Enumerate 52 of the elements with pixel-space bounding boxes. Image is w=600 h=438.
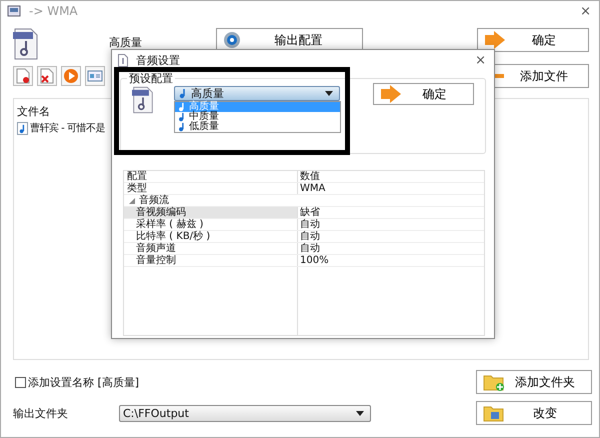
file-row[interactable]: 曹轩宾 - 可惜不是 [17,121,105,135]
add-setting-name-checkbox[interactable]: 添加设置名称 [高质量] [15,374,140,390]
play-button[interactable] [61,66,81,86]
music-note-icon [178,88,187,99]
ok-button[interactable]: 确定 [373,83,474,105]
audio-file-icon [132,86,154,114]
dialog-icon [118,54,128,66]
play-icon [63,68,79,84]
app-icon [7,4,21,18]
property-name: 类型 [124,183,298,194]
property-name[interactable]: 音量控制 [124,255,298,266]
property-value: 自动 [299,243,320,254]
property-name[interactable]: 音视频编码 [124,207,298,218]
property-value: 自动 [299,231,320,242]
music-file-icon [17,122,28,134]
audio-file-icon [13,28,39,60]
property-name[interactable]: 采样率 ( 赫兹 ) [124,219,298,230]
property-category: 音频流 [139,195,169,206]
preset-name: 高质量 [109,35,143,50]
dropdown-option[interactable]: 低质量 [175,122,340,132]
preset-dropdown[interactable]: 高质量 [174,86,340,101]
group-label: 预设配置 [127,71,175,86]
property-value: 自动 [299,219,320,230]
dropdown-option[interactable]: 中质量 [175,112,340,122]
music-note-icon [177,122,186,132]
music-note-icon [177,112,186,122]
property-value: WMA [299,183,326,194]
property-name[interactable]: 比特率 ( KB/秒 ) [124,231,298,242]
folder-icon [483,404,505,422]
column-header: 配置 [124,171,298,182]
document-delete-icon [40,68,54,84]
property-name[interactable]: 音频声道 [124,243,298,254]
document-icon [16,68,30,84]
column-header: 文件名 [17,104,50,120]
delete-file-button[interactable] [37,66,57,86]
dropdown-arrow-icon [356,410,364,416]
remove-file-button[interactable] [13,66,33,86]
ok-button[interactable]: 确定 [477,28,589,52]
change-button[interactable]: 改变 [476,401,592,425]
info-card-button[interactable] [85,66,105,86]
column-header: 数值 [299,171,320,182]
output-folder-dropdown[interactable]: C:\FFOutput [119,404,371,422]
window-title: -> WMA [29,4,78,18]
dropdown-arrow-icon [325,91,333,96]
property-value: 100% [299,255,329,266]
expander-icon[interactable] [127,198,135,204]
dialog-title: 音频设置 [136,52,180,68]
card-icon [87,69,103,83]
add-folder-button[interactable]: 添加文件夹 [476,370,592,394]
output-folder-label: 输出文件夹 [13,406,69,420]
property-value: 缺省 [299,207,320,218]
close-button[interactable]: × [580,4,591,18]
